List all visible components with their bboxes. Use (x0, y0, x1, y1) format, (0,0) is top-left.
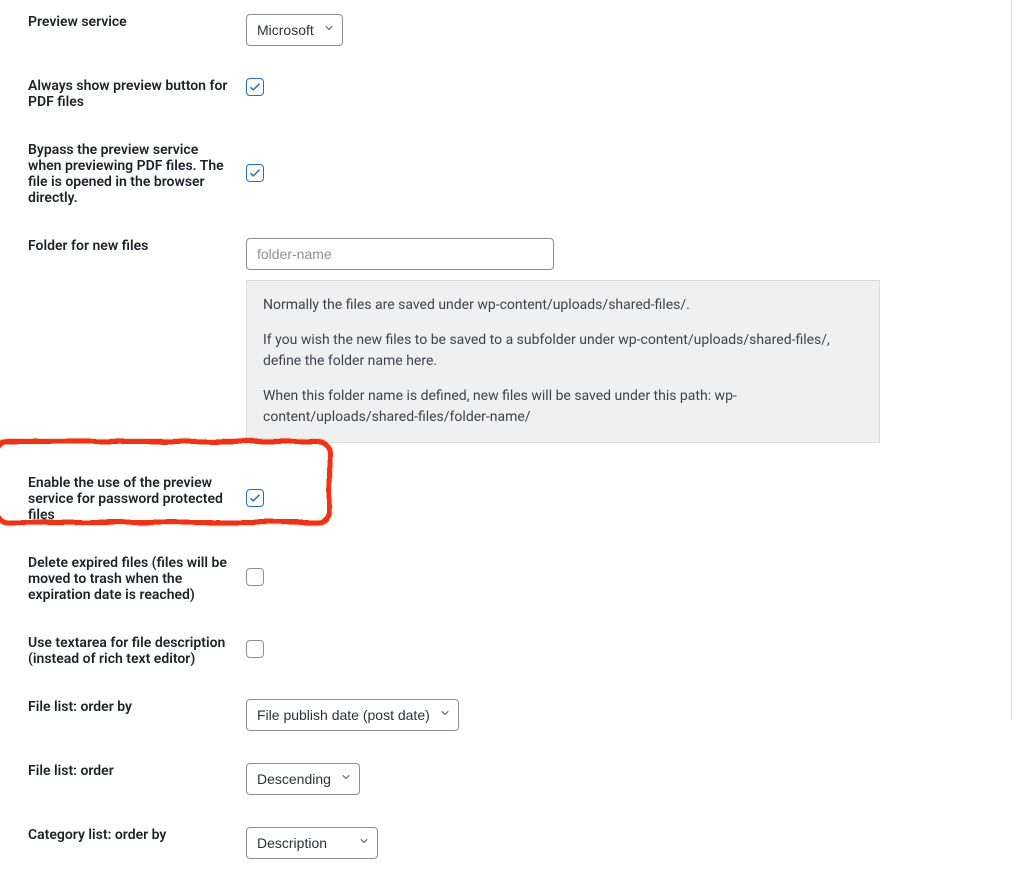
textarea-description-label: Use textarea for file description (inste… (28, 635, 225, 667)
folder-help1: Normally the files are saved under wp-co… (263, 295, 863, 316)
always-preview-pdf-checkbox[interactable] (246, 78, 264, 96)
folder-help2: If you wish the new files to be saved to… (263, 330, 863, 372)
file-order-by-select[interactable]: File publish date (post date) (246, 699, 459, 731)
settings-form-table: Preview service Microsoft Always show pr… (0, 0, 1024, 877)
file-order-select[interactable]: Descending (246, 763, 360, 795)
file-order-label: File list: order (28, 763, 114, 779)
panel-divider (1011, 0, 1012, 720)
preview-password-label: Enable the use of the preview service fo… (28, 475, 223, 523)
folder-help3: When this folder name is defined, new fi… (263, 386, 863, 428)
bypass-preview-pdf-checkbox[interactable] (246, 164, 264, 182)
cat-order-by-select[interactable]: Description (246, 827, 378, 859)
preview-password-checkbox[interactable] (246, 489, 264, 507)
folder-new-files-input[interactable] (246, 238, 554, 270)
file-order-by-label: File list: order by (28, 699, 132, 715)
cat-order-by-label: Category list: order by (28, 827, 166, 843)
preview-service-label: Preview service (28, 14, 127, 30)
textarea-description-checkbox[interactable] (246, 640, 264, 658)
folder-help-box: Normally the files are saved under wp-co… (246, 280, 880, 443)
bypass-preview-pdf-label: Bypass the preview service when previewi… (28, 142, 224, 206)
folder-new-files-label: Folder for new files (28, 238, 148, 254)
delete-expired-label: Delete expired files (files will be move… (28, 555, 227, 603)
delete-expired-checkbox[interactable] (246, 568, 264, 586)
preview-service-select[interactable]: Microsoft (246, 14, 343, 46)
always-preview-pdf-label: Always show preview button for PDF files (28, 78, 227, 110)
